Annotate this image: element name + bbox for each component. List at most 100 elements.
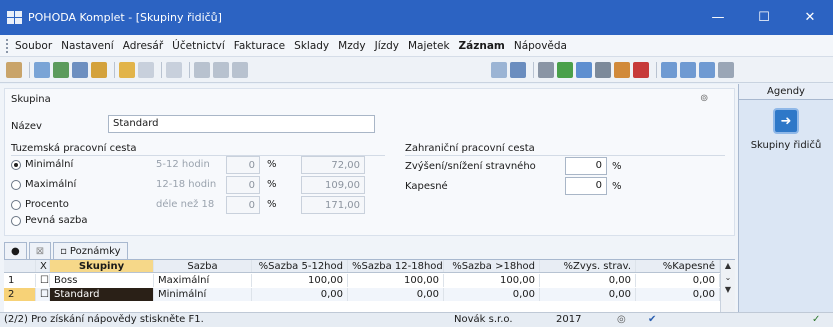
notes-icon: ▫	[60, 245, 67, 257]
save-icon[interactable]	[194, 61, 210, 78]
amount-box: 171,00	[301, 196, 365, 214]
menu-soubor[interactable]: Soubor	[15, 40, 52, 52]
menu-bar: Soubor Nastavení Adresář Účetnictví Fakt…	[0, 35, 833, 57]
check-icon[interactable]	[138, 61, 154, 78]
cell-value: 0,00	[540, 288, 636, 301]
col-sazba-18[interactable]: %Sazba >18hod	[444, 260, 540, 272]
agendy-header: Agendy	[739, 84, 833, 100]
section-title: Skupina	[11, 94, 51, 105]
menu-mzdy[interactable]: Mzdy	[338, 40, 365, 52]
tab-notes-label: Poznámky	[69, 245, 121, 257]
col-kapesne[interactable]: %Kapesné	[636, 260, 720, 272]
edit-icon[interactable]	[119, 61, 135, 78]
preview-icon[interactable]	[72, 61, 88, 78]
radio-minimalni[interactable]	[11, 160, 21, 170]
radio-pevna-sazba[interactable]	[11, 216, 21, 226]
agenda-icon[interactable]	[6, 61, 22, 78]
title-bar: POHODA Komplet - [Skupiny řidičů] — ☐ ✕	[0, 0, 833, 35]
menu-fakturace[interactable]: Fakturace	[234, 40, 285, 52]
row-checkbox[interactable]: ☐	[36, 288, 50, 301]
menu-napoveda[interactable]: Nápověda	[514, 40, 567, 52]
filter-tab-icon: ⊠	[35, 245, 45, 257]
cell-name[interactable]: Standard	[50, 288, 154, 301]
skupiny-ridicu-icon[interactable]: ➜	[773, 108, 799, 134]
cell-value: 100,00	[348, 274, 444, 287]
cell-value: 0,00	[252, 288, 348, 301]
status-company: Novák s.r.o.	[454, 314, 513, 325]
menu-adresar[interactable]: Adresář	[123, 40, 163, 52]
increase-label: Zvýšení/snížení stravného	[405, 161, 536, 172]
camera-icon[interactable]	[538, 61, 554, 78]
col-zvys[interactable]: %Zvys. strav.	[540, 260, 636, 272]
tab-strip: ● ⊠ ▫ Poznámky	[4, 242, 735, 260]
option-minimalni: Minimální	[25, 159, 74, 170]
kapesne-input[interactable]: 0	[565, 177, 607, 195]
menu-majetek[interactable]: Majetek	[408, 40, 450, 52]
app-icon	[7, 10, 23, 25]
unit-label: %	[267, 159, 277, 170]
table-row[interactable]: 2 ☐ Standard Minimální 0,00 0,00 0,00 0,…	[4, 288, 720, 301]
col-sazba[interactable]: Sazba	[154, 260, 252, 272]
vertical-scrollbar[interactable]: ▲ ⌄ ▼	[720, 260, 735, 312]
grid-header: X Skupiny Sazba %Sazba 5-12hod %Sazba 12…	[4, 260, 720, 273]
col-sazba-12-18[interactable]: %Sazba 12-18hod	[348, 260, 444, 272]
cell-value: 0,00	[444, 288, 540, 301]
table-row[interactable]: 1 ☐ Boss Maximální 100,00 100,00 100,00 …	[4, 274, 720, 287]
cell-value: 0,00	[348, 288, 444, 301]
tag-icon[interactable]	[557, 61, 573, 78]
close-button[interactable]: ✕	[787, 0, 833, 35]
domestic-title: Tuzemská pracovní cesta	[11, 143, 137, 154]
minimize-button[interactable]: —	[695, 0, 741, 35]
row-number: 1	[4, 274, 36, 287]
users-icon[interactable]	[614, 61, 630, 78]
menu-grip	[6, 38, 9, 53]
sort-icon[interactable]	[510, 61, 526, 78]
nazev-input[interactable]: Standard	[108, 115, 375, 133]
status-year: 2017	[556, 314, 582, 325]
tab-table[interactable]: ●	[4, 242, 27, 259]
cell-sazba: Minimální	[154, 288, 252, 301]
col-x[interactable]: X	[36, 260, 50, 272]
maximize-button[interactable]: ☐	[741, 0, 787, 35]
pin-icon[interactable]: ⊚	[700, 93, 708, 104]
row-checkbox[interactable]: ☐	[36, 274, 50, 287]
layout-icon[interactable]	[680, 61, 696, 78]
unit-label: %	[612, 181, 622, 192]
menu-nastaveni[interactable]: Nastavení	[61, 40, 114, 52]
status-help: (2/2) Pro získání nápovědy stiskněte F1.	[4, 314, 204, 325]
calendar-icon[interactable]	[576, 61, 592, 78]
save-as-icon[interactable]	[213, 61, 229, 78]
radio-procento[interactable]	[11, 200, 21, 210]
menu-ucetnictvi[interactable]: Účetnictví	[172, 40, 225, 52]
grid-icon[interactable]	[595, 61, 611, 78]
agendy-item-label[interactable]: Skupiny řidičů	[739, 140, 833, 151]
increase-input[interactable]: 0	[565, 157, 607, 175]
range-label: déle než 18	[156, 199, 215, 210]
help-icon[interactable]	[718, 61, 734, 78]
option-pevna-sazba: Pevná sazba	[25, 215, 88, 226]
menu-sklady[interactable]: Sklady	[294, 40, 329, 52]
menu-jizdy[interactable]: Jízdy	[375, 40, 399, 52]
cell-value: 0,00	[636, 274, 720, 287]
copy-icon[interactable]	[53, 61, 69, 78]
tab-filter[interactable]: ⊠	[28, 242, 52, 259]
toolbar	[0, 57, 833, 83]
new-icon[interactable]	[34, 61, 50, 78]
menu-zaznam[interactable]: Záznam	[459, 40, 505, 52]
cell-value: 0,00	[540, 274, 636, 287]
option-procento: Procento	[25, 199, 69, 210]
tab-notes[interactable]: ▫ Poznámky	[53, 242, 128, 259]
col-skupiny[interactable]: Skupiny	[50, 260, 154, 272]
filter-icon[interactable]	[491, 61, 507, 78]
clipboard-icon[interactable]	[232, 61, 248, 78]
print-icon[interactable]	[91, 61, 107, 78]
panel-icon[interactable]	[699, 61, 715, 78]
col-sazba-5-12[interactable]: %Sazba 5-12hod	[252, 260, 348, 272]
back-icon[interactable]	[166, 61, 182, 78]
radio-maximalni[interactable]	[11, 180, 21, 190]
window-icon[interactable]	[661, 61, 677, 78]
bank-icon[interactable]	[633, 61, 649, 78]
option-maximalni: Maximální	[25, 179, 77, 190]
range-label: 12-18 hodin	[156, 179, 217, 190]
cell-value: 100,00	[444, 274, 540, 287]
